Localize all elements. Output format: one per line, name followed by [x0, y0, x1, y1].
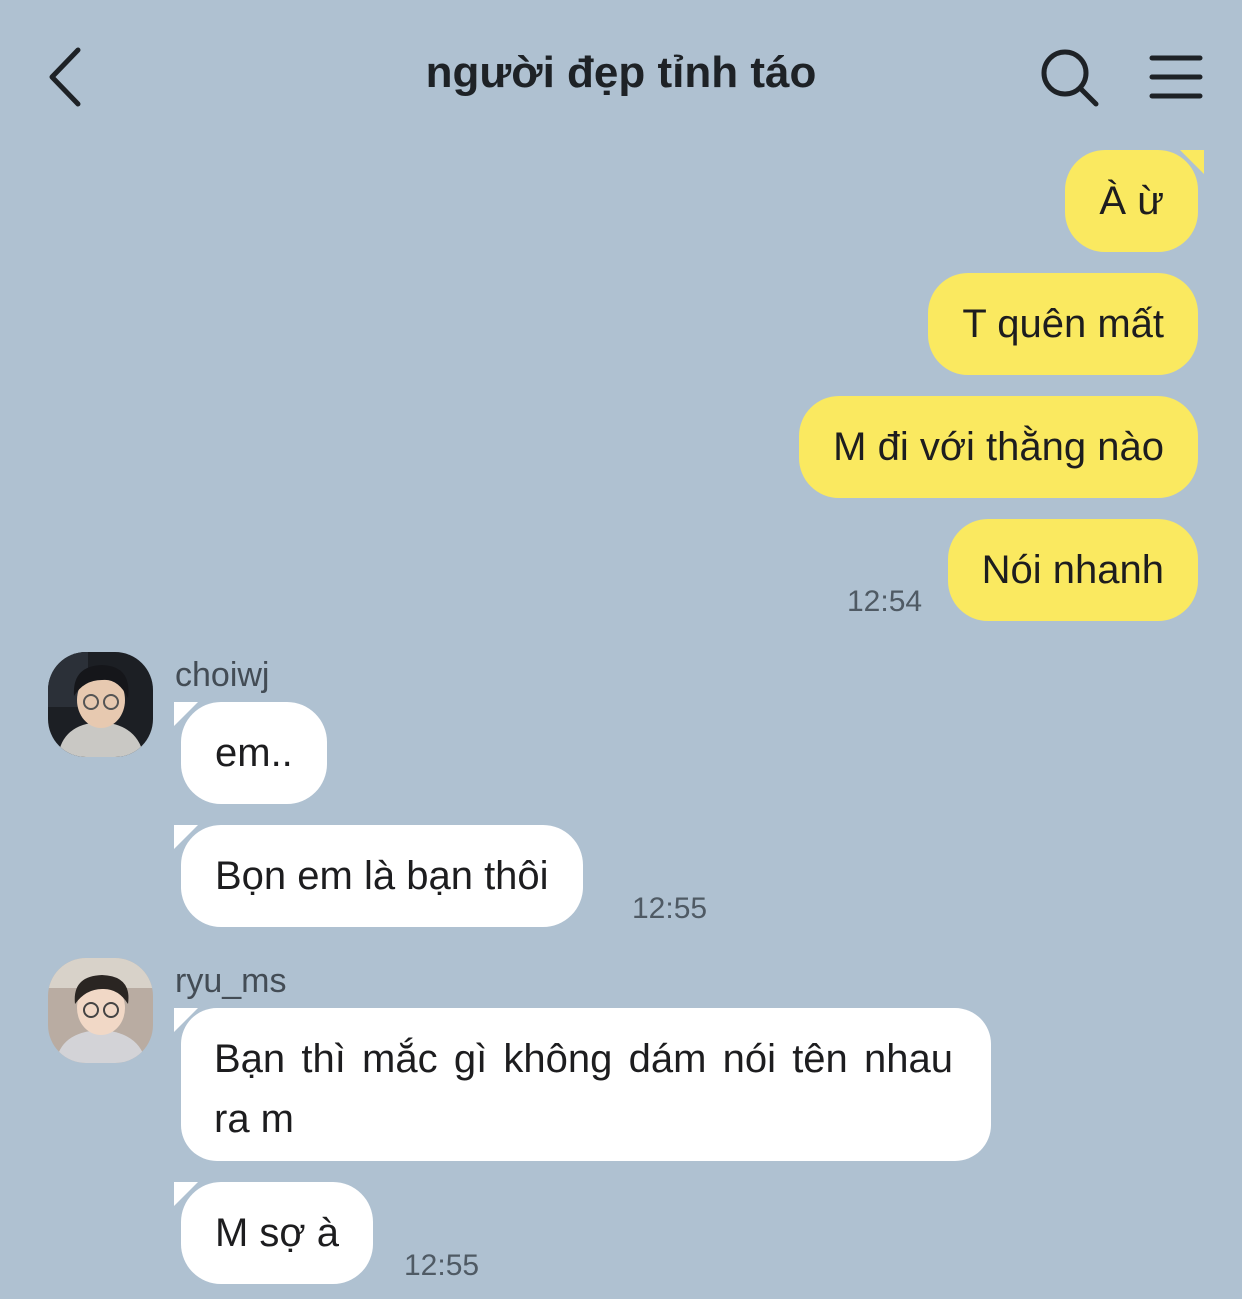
message-text: Bọn em là bạn thôi — [215, 854, 549, 898]
chat-header: người đẹp tỉnh táo — [0, 0, 1242, 150]
sender-name: ryu_ms — [175, 962, 287, 1000]
outgoing-message[interactable]: M đi với thằng nào — [799, 396, 1198, 498]
avatar[interactable] — [48, 958, 153, 1063]
message-timestamp: 12:54 — [847, 585, 923, 618]
message-text: M sợ à — [215, 1211, 340, 1255]
menu-button[interactable] — [1146, 50, 1206, 104]
avatar-photo-icon — [48, 652, 153, 757]
incoming-message[interactable]: M sợ à — [173, 1182, 374, 1284]
message-text: T quên mất — [962, 302, 1164, 346]
message-text: M đi với thằng nào — [833, 425, 1164, 469]
search-button[interactable] — [1038, 46, 1102, 110]
outgoing-message[interactable]: À ừ — [1065, 150, 1204, 252]
sender-name: choiwj — [175, 656, 270, 694]
message-timestamp: 12:55 — [404, 1249, 480, 1282]
message-text: À ừ — [1099, 179, 1164, 223]
message-text: Bạn thì mắc gì không dám nói tên nhau ra… — [214, 1037, 953, 1141]
search-icon — [1041, 49, 1099, 107]
menu-icon — [1149, 55, 1203, 99]
message-text: em.. — [215, 731, 293, 775]
outgoing-message[interactable]: T quên mất — [928, 273, 1198, 375]
message-timestamp: 12:55 — [632, 892, 708, 925]
incoming-message[interactable]: Bọn em là bạn thôi — [174, 825, 583, 927]
avatar-photo-icon — [48, 958, 153, 1063]
incoming-message[interactable]: Bạn thì mắc gì không dám nói tên nhau ra… — [174, 1008, 991, 1161]
message-text: Nói nhanh — [981, 548, 1164, 592]
incoming-message[interactable]: em.. — [174, 702, 327, 804]
outgoing-message[interactable]: Nói nhanh — [947, 519, 1198, 621]
avatar[interactable] — [48, 652, 153, 757]
